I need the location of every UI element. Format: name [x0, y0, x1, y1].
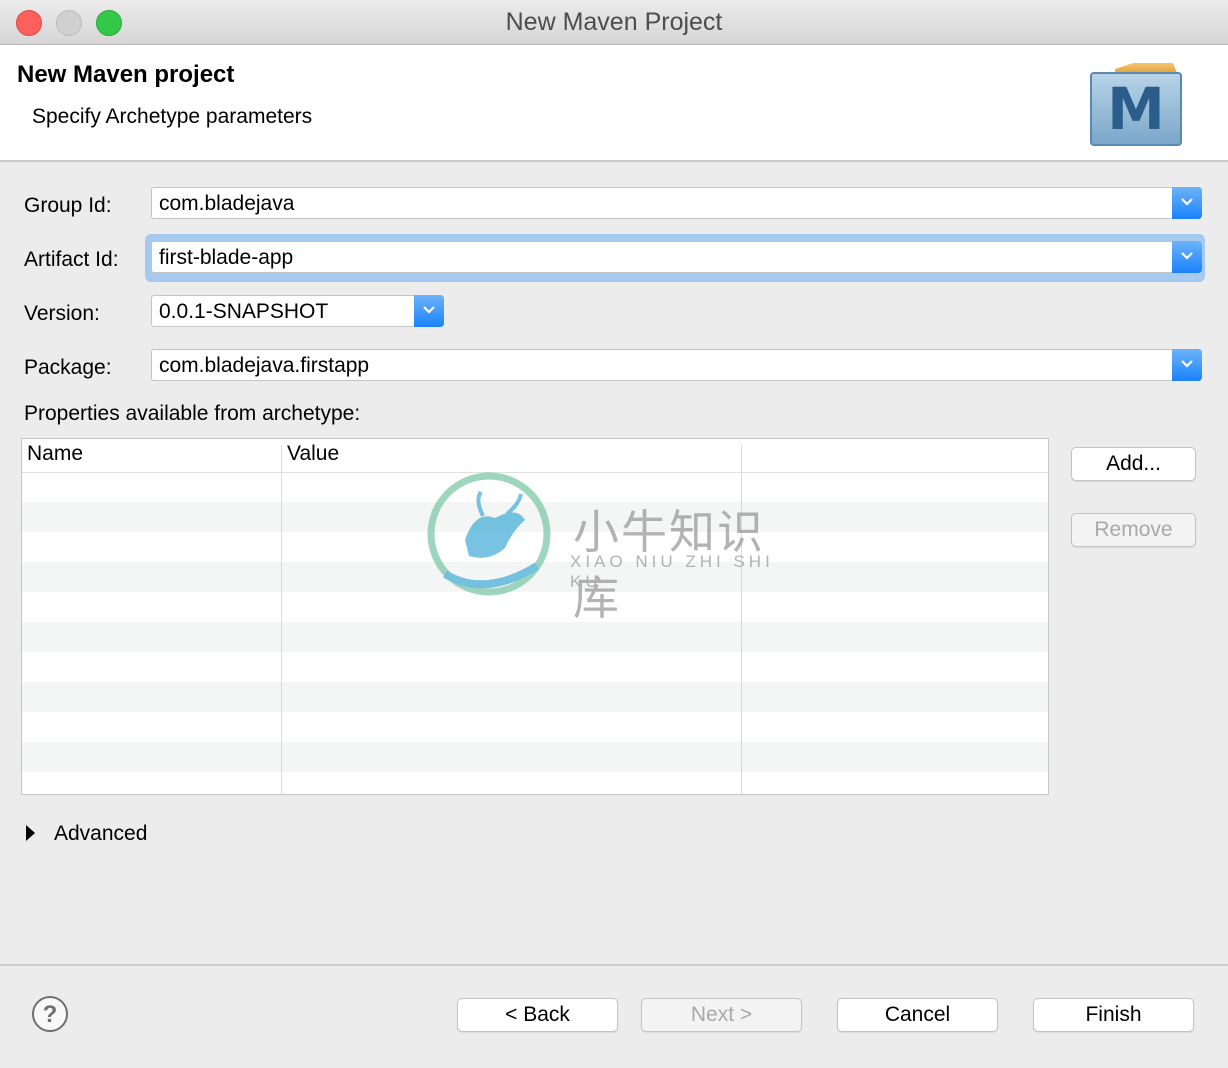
- wizard-subtitle: Specify Archetype parameters: [32, 105, 313, 128]
- package-dropdown-button[interactable]: [1172, 349, 1202, 381]
- remove-property-button[interactable]: Remove: [1071, 513, 1196, 547]
- column-header-value[interactable]: Value: [287, 442, 339, 466]
- footer-divider: [0, 964, 1228, 966]
- table-row[interactable]: [22, 712, 1048, 742]
- wizard-title: New Maven project: [17, 61, 235, 88]
- table-row[interactable]: [22, 622, 1048, 652]
- watermark-logo-icon: [427, 472, 551, 596]
- group-id-dropdown-button[interactable]: [1172, 187, 1202, 219]
- table-row[interactable]: [22, 772, 1048, 794]
- table-row[interactable]: [22, 742, 1048, 772]
- version-combo[interactable]: 0.0.1-SNAPSHOT: [151, 295, 444, 327]
- chevron-down-icon: [1181, 252, 1193, 260]
- back-button[interactable]: < Back: [457, 998, 618, 1032]
- version-label: Version:: [24, 302, 100, 325]
- artifact-id-combo[interactable]: first-blade-app: [151, 241, 1202, 273]
- artifact-id-label: Artifact Id:: [24, 248, 119, 271]
- package-value: com.bladejava.firstapp: [159, 354, 370, 377]
- chevron-down-icon: [423, 306, 435, 314]
- table-header: Name Value: [22, 439, 1048, 473]
- group-id-value: com.bladejava: [159, 192, 295, 215]
- watermark-pinyin-text: XIAO NIU ZHI SHI KU: [570, 552, 774, 591]
- maven-logo-letter: M: [1107, 75, 1165, 143]
- wizard-header: New Maven project Specify Archetype para…: [0, 45, 1228, 162]
- version-dropdown-button[interactable]: [414, 295, 444, 327]
- table-row[interactable]: [22, 682, 1048, 712]
- column-header-name[interactable]: Name: [27, 442, 83, 466]
- window-title: New Maven Project: [505, 8, 723, 36]
- next-button[interactable]: Next >: [641, 998, 802, 1032]
- disclosure-triangle-icon[interactable]: [26, 825, 35, 841]
- chevron-down-icon: [1181, 198, 1193, 206]
- artifact-id-dropdown-button[interactable]: [1172, 241, 1202, 273]
- version-value: 0.0.1-SNAPSHOT: [159, 300, 329, 323]
- add-property-button[interactable]: Add...: [1071, 447, 1196, 481]
- chevron-down-icon: [1181, 360, 1193, 368]
- cancel-button[interactable]: Cancel: [837, 998, 998, 1032]
- advanced-toggle[interactable]: Advanced: [54, 822, 147, 846]
- group-id-label: Group Id:: [24, 194, 112, 217]
- table-row[interactable]: [22, 652, 1048, 682]
- group-id-combo[interactable]: com.bladejava: [151, 187, 1202, 219]
- properties-label: Properties available from archetype:: [24, 402, 361, 425]
- column-divider[interactable]: [281, 445, 282, 794]
- help-icon[interactable]: ?: [32, 996, 68, 1032]
- package-label: Package:: [24, 356, 112, 379]
- title-bar: New Maven Project: [0, 0, 1228, 45]
- artifact-id-value: first-blade-app: [159, 246, 294, 269]
- package-combo[interactable]: com.bladejava.firstapp: [151, 349, 1202, 381]
- watermark: 小牛知识库 XIAO NIU ZHI SHI KU: [425, 470, 805, 625]
- maven-logo-icon: M: [1090, 63, 1182, 146]
- finish-button[interactable]: Finish: [1033, 998, 1194, 1032]
